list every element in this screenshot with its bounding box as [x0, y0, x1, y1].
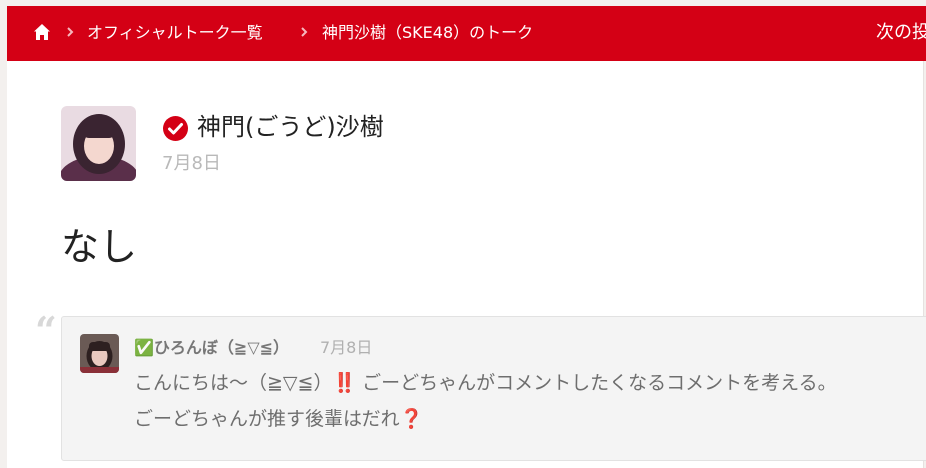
quoted-comment: ✅ひろんぼ（≧▽≦） 7月8日 こんにちは～（≧▽≦）‼️ ごーどちゃんがコメン…: [61, 316, 926, 461]
comment-date: 7月8日: [320, 338, 373, 357]
post-card: 神門(ごうど)沙樹 7月8日 なし “ ✅ひろんぼ（≧▽≦） 7月8日 こんにち…: [7, 61, 926, 468]
check-badge-icon: [163, 116, 188, 141]
comment-text: こんにちは～（≧▽≦）‼️ ごーどちゃんがコメントしたくなるコメントを考える。 …: [134, 365, 926, 437]
post-author-name[interactable]: 神門(ごうど)沙樹: [197, 111, 384, 143]
post-date: 7月8日: [162, 153, 221, 174]
breadcrumb-current-talk[interactable]: 神門沙樹（SKE48）のトーク: [322, 22, 533, 44]
commenter-name[interactable]: ✅ひろんぼ（≧▽≦）: [134, 337, 289, 359]
next-post-link[interactable]: 次の投: [876, 20, 926, 46]
commenter-avatar[interactable]: [80, 334, 119, 373]
author-avatar[interactable]: [61, 106, 136, 181]
home-icon[interactable]: [33, 23, 51, 41]
chevron-right-icon: [67, 27, 74, 37]
comment-line: ごーどちゃんが推す後輩はだれ❓: [134, 408, 424, 430]
quote-icon: “: [35, 308, 57, 353]
breadcrumb-link-official-talk-list[interactable]: オフィシャルトーク一覧: [87, 22, 263, 44]
chevron-right-icon: [301, 27, 308, 37]
post-body-text: なし: [61, 225, 138, 269]
comment-line: こんにちは～（≧▽≦）‼️ ごーどちゃんがコメントしたくなるコメントを考える。: [134, 372, 837, 394]
top-navigation-bar: オフィシャルトーク一覧 神門沙樹（SKE48）のトーク 次の投: [7, 6, 926, 61]
